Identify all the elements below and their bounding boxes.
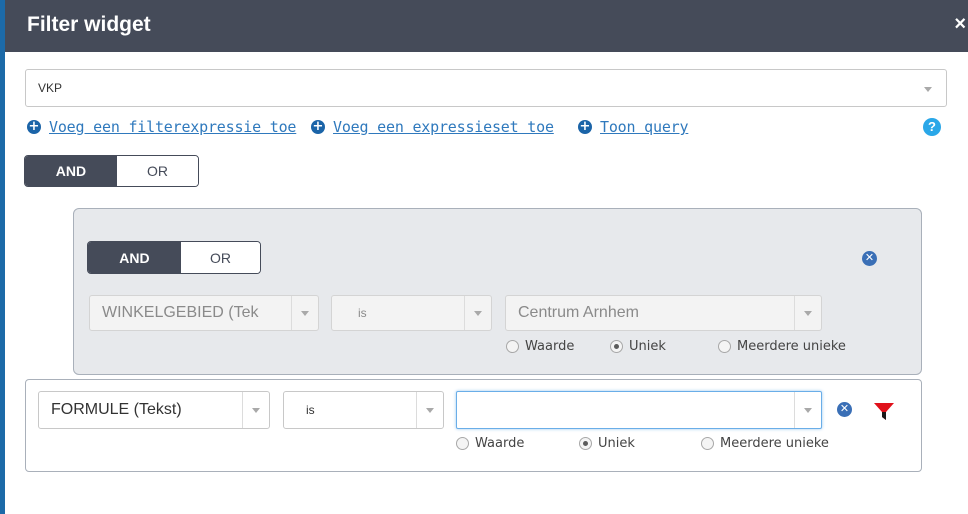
remove-expression-icon[interactable]: ✕ <box>837 402 852 417</box>
layer-select[interactable]: VKP <box>25 69 947 107</box>
radio-label: Meerdere unieke <box>737 338 846 354</box>
chevron-down-icon <box>242 392 269 428</box>
dialog-title: Filter widget <box>27 13 151 36</box>
expression-field-select[interactable]: FORMULE (Tekst) <box>38 391 270 429</box>
group-value-select[interactable]: Centrum Arnhem <box>505 295 822 331</box>
add-filter-expression-link[interactable]: + Voeg een filterexpressie toe <box>27 118 296 136</box>
radio-waarde[interactable]: Waarde <box>506 339 574 354</box>
add-filter-expression-label[interactable]: Voeg een filterexpressie toe <box>49 118 296 136</box>
dialog-titlebar: Filter widget × <box>5 0 968 52</box>
layer-select-value: VKP <box>38 81 63 95</box>
radio-circle[interactable] <box>579 436 592 450</box>
show-query-link[interactable]: + Toon query <box>578 118 689 136</box>
radio-circle[interactable] <box>718 339 731 353</box>
radio-label: Uniek <box>598 435 635 451</box>
close-icon[interactable]: × <box>954 14 966 34</box>
group-or-option[interactable]: OR <box>180 242 260 273</box>
radio-circle[interactable] <box>610 339 623 353</box>
chevron-down-icon <box>464 296 491 330</box>
chevron-down-icon <box>291 296 318 330</box>
radio-label: Waarde <box>475 435 525 451</box>
chevron-down-icon <box>416 392 443 428</box>
group-value-value: Centrum Arnhem <box>518 304 639 321</box>
remove-group-icon[interactable]: ✕ <box>862 251 877 266</box>
radio-meerdere-unieke[interactable]: Meerdere unieke <box>718 339 846 354</box>
expression-field-value: FORMULE (Tekst) <box>51 401 182 418</box>
radio-circle[interactable] <box>701 436 714 450</box>
group-field-select[interactable]: WINKELGEBIED (Tek <box>89 295 319 331</box>
group-field-value: WINKELGEBIED (Tek <box>102 304 259 321</box>
radio-uniek[interactable]: Uniek <box>579 436 635 451</box>
expression-operator-select[interactable]: is <box>283 391 444 429</box>
add-expression-set-label[interactable]: Voeg een expressieset toe <box>333 118 554 136</box>
chevron-down-icon <box>924 87 932 92</box>
help-icon[interactable]: ? <box>923 118 941 136</box>
radio-label: Meerdere unieke <box>720 435 829 451</box>
add-expression-set-link[interactable]: + Voeg een expressieset toe <box>311 118 554 136</box>
group-operator-select[interactable]: is <box>331 295 492 331</box>
radio-label: Waarde <box>525 338 575 354</box>
radio-meerdere-unieke[interactable]: Meerdere unieke <box>701 436 829 451</box>
dialog-left-border <box>0 0 5 514</box>
group-and-or-toggle: AND OR <box>87 241 261 274</box>
radio-label: Uniek <box>629 338 666 354</box>
group-operator-value: is <box>358 306 367 320</box>
filter-remove-icon[interactable] <box>873 400 895 422</box>
plus-circle-icon: + <box>311 119 325 134</box>
radio-uniek[interactable]: Uniek <box>610 339 666 354</box>
radio-circle[interactable] <box>456 436 469 450</box>
show-query-label[interactable]: Toon query <box>600 118 689 136</box>
plus-circle-icon: + <box>27 119 41 134</box>
radio-circle[interactable] <box>506 339 519 353</box>
expression-operator-value: is <box>306 403 315 417</box>
group-and-option[interactable]: AND <box>88 242 181 273</box>
plus-circle-icon: + <box>578 119 592 134</box>
and-option[interactable]: AND <box>25 156 117 186</box>
chevron-down-icon <box>794 296 821 330</box>
chevron-down-icon <box>794 392 821 428</box>
radio-waarde[interactable]: Waarde <box>456 436 524 451</box>
expression-value-input[interactable] <box>456 391 822 429</box>
or-option[interactable]: OR <box>116 156 198 186</box>
top-and-or-toggle: AND OR <box>24 155 199 187</box>
